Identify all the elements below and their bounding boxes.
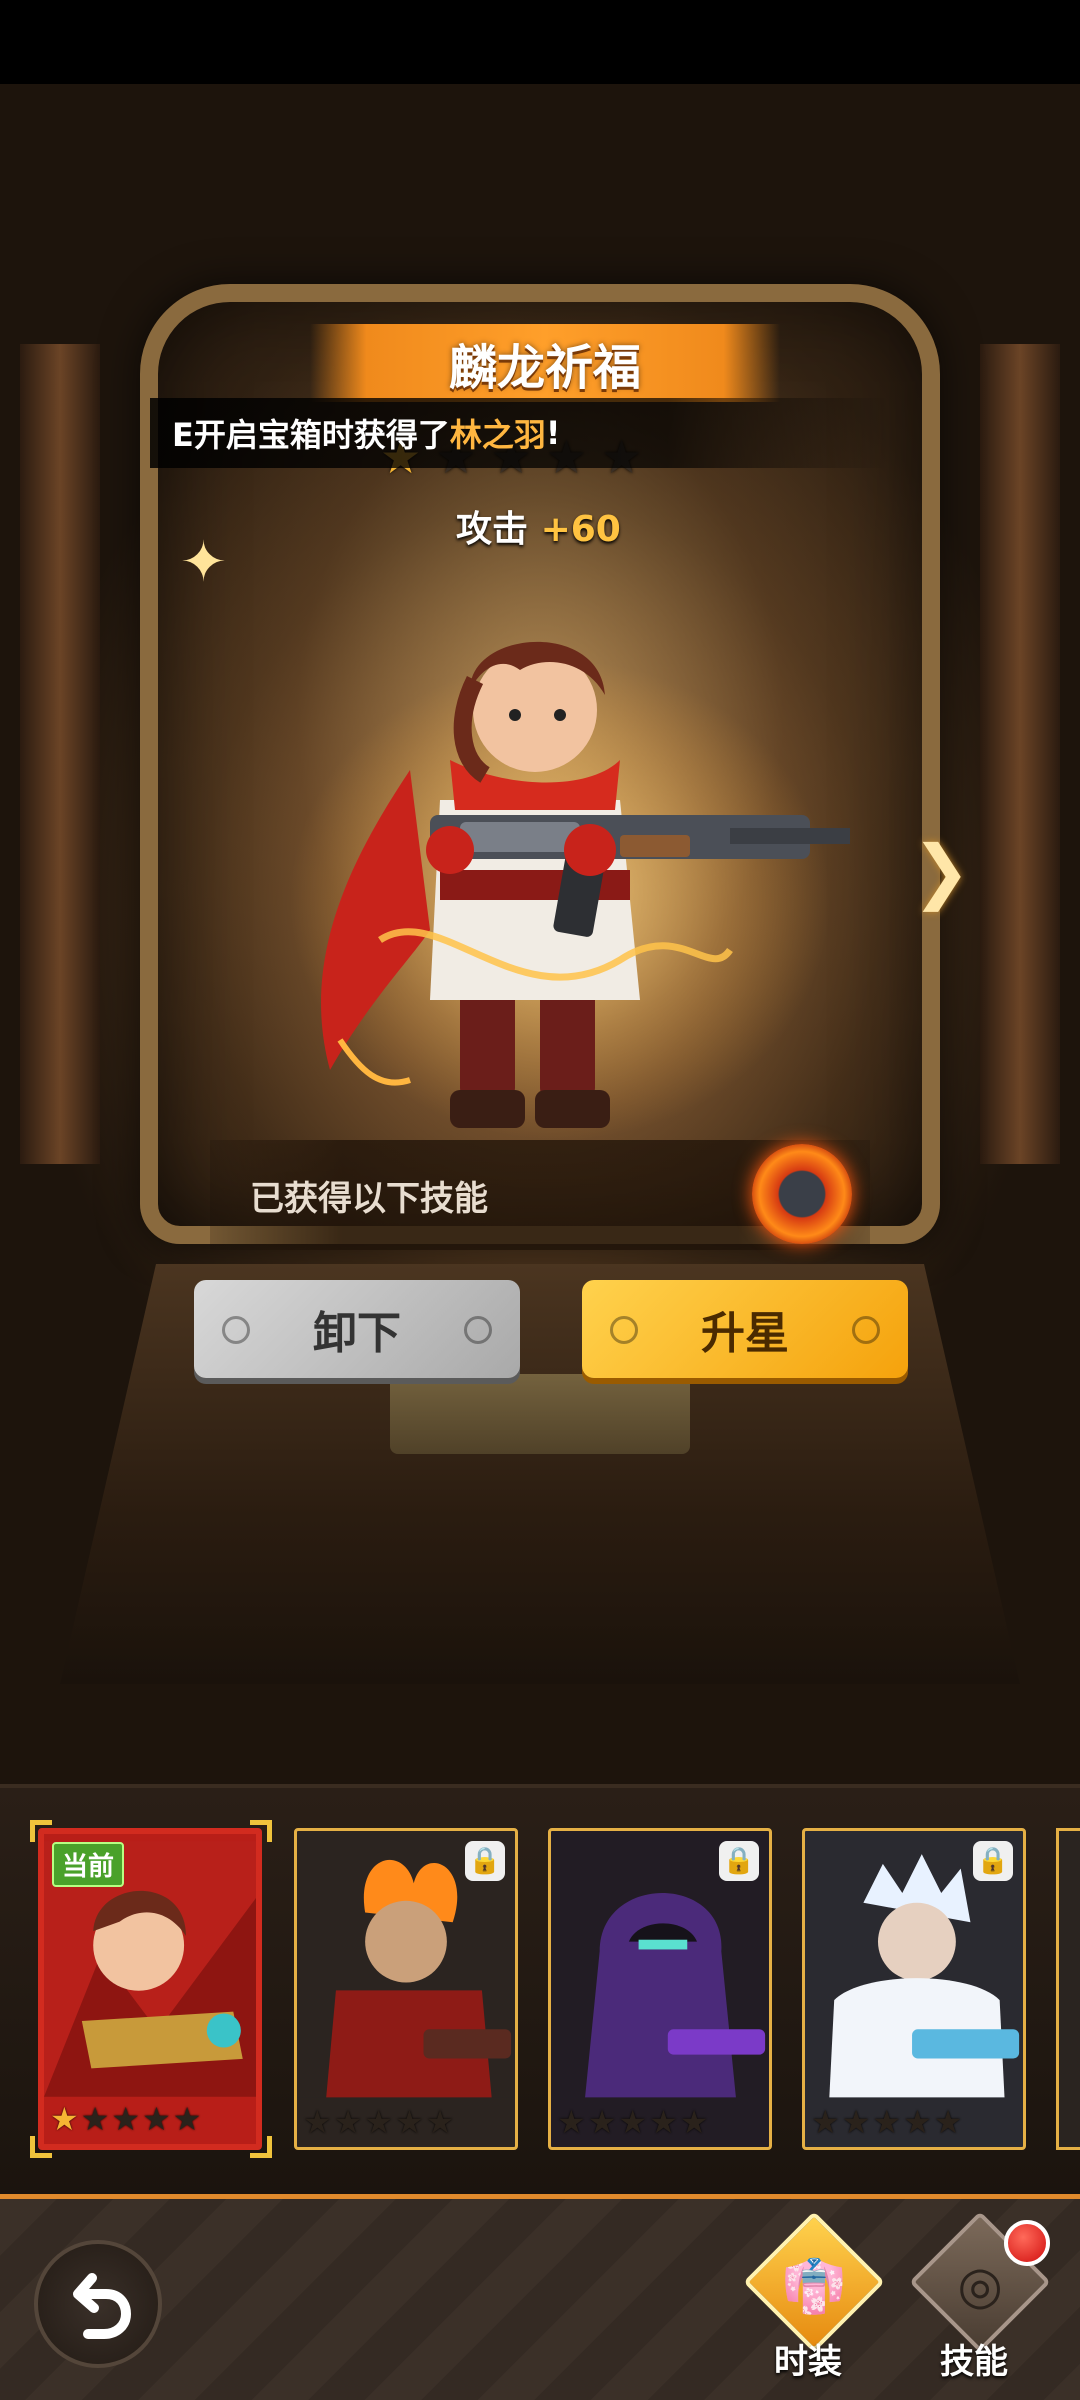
next-hero-chevron-right-icon[interactable]: ❯ <box>912 830 971 912</box>
reward-toast: E开启宝箱时获得了 林之羽 ! <box>150 398 890 468</box>
attack-stat: 攻击 +60 <box>456 500 621 552</box>
card-star-rating: ★ ★ ★ ★ ★ <box>811 2103 962 2141</box>
unequip-button[interactable]: 卸下 <box>194 1280 520 1378</box>
grenade-skill-icon[interactable] <box>752 1144 852 1244</box>
star-icon: ★ <box>679 2103 709 2141</box>
star-icon: ★ <box>111 2100 141 2138</box>
floor-plate <box>390 1374 690 1454</box>
star-icon: ★ <box>364 2103 394 2141</box>
hero-card-locked[interactable]: 🔒 ★ ★ ★ ★ ★ <box>802 1828 1026 2150</box>
attack-label: 攻击 <box>456 509 529 550</box>
star-icon: ★ <box>557 2103 586 2141</box>
card-star-rating: ★ ★ ★ ★ ★ <box>557 2103 708 2141</box>
bolt-icon <box>610 1316 638 1344</box>
page-title: 麟龙祈福 <box>448 340 641 396</box>
back-arrow-icon <box>73 2273 132 2339</box>
star-icon: ★ <box>841 2103 871 2141</box>
toast-suffix: ! <box>545 414 561 452</box>
star-icon: ★ <box>903 2103 932 2141</box>
star-icon: ★ <box>172 2100 202 2138</box>
hero-card-locked[interactable]: 🔒 ★ ★ ★ ★ ★ <box>548 1828 772 2150</box>
sparkle-icon: ✦ <box>180 530 227 595</box>
lock-icon: 🔒 <box>973 1841 1013 1881</box>
skill-icon: ◎ <box>957 2256 1003 2316</box>
status-bar <box>0 0 1080 84</box>
skills-label: 已获得以下技能 <box>250 1178 488 1219</box>
bolt-icon <box>222 1316 250 1344</box>
bolt-icon <box>464 1316 492 1344</box>
star-up-button-label: 升星 <box>701 1308 789 1359</box>
selection-corner <box>30 2136 52 2158</box>
right-pillar <box>980 344 1060 1164</box>
current-badge: 当前 <box>52 1842 125 1887</box>
star-icon: ★ <box>395 2103 424 2141</box>
toast-hero-name: 林之羽 <box>449 416 546 454</box>
star-icon: ★ <box>872 2103 902 2141</box>
left-pillar <box>20 344 100 1164</box>
selection-corner <box>30 1820 52 1842</box>
star-icon: ★ <box>587 2103 617 2141</box>
hero-card-partial[interactable] <box>1056 1828 1080 2150</box>
hero-character <box>290 641 850 1140</box>
title-banner: 麟龙祈福 <box>310 324 780 402</box>
card-star-rating: ★ ★ ★ ★ ★ <box>303 2103 454 2141</box>
back-button[interactable] <box>34 2240 162 2368</box>
notification-dot <box>1004 2220 1050 2266</box>
star-icon: ★ <box>933 2103 963 2141</box>
attack-value: +60 <box>540 509 621 550</box>
selection-corner <box>250 2136 272 2158</box>
card-star-rating: ★ ★ ★ ★ ★ <box>50 2100 201 2138</box>
selection-corner <box>250 1820 272 1842</box>
star-icon: ★ <box>50 2100 79 2138</box>
nav-skill-label: 技能 <box>940 2342 1008 2382</box>
hero-card-current[interactable]: 当前 ★ ★ ★ ★ ★ <box>38 1828 262 2150</box>
toast-prefix: E开启宝箱时获得了 <box>172 416 450 454</box>
star-icon: ★ <box>649 2103 678 2141</box>
lock-icon: 🔒 <box>465 1841 505 1881</box>
star-icon: ★ <box>303 2103 332 2141</box>
unequip-button-label: 卸下 <box>313 1308 401 1359</box>
star-icon: ★ <box>811 2103 840 2141</box>
star-icon: ★ <box>618 2103 648 2141</box>
nav-costume[interactable]: 👘 时装 <box>738 2211 885 2392</box>
star-icon: ★ <box>142 2100 171 2138</box>
star-icon: ★ <box>333 2103 363 2141</box>
nav-costume-label: 时装 <box>774 2342 842 2382</box>
star-icon: ★ <box>425 2103 455 2141</box>
star-up-button[interactable]: 升星 <box>582 1280 908 1378</box>
costume-icon: 👘 <box>781 2256 847 2317</box>
lock-icon: 🔒 <box>719 1841 759 1881</box>
hero-card-locked[interactable]: 🔒 ★ ★ ★ ★ ★ <box>294 1828 518 2150</box>
star-icon: ★ <box>80 2100 110 2138</box>
bolt-icon <box>852 1316 880 1344</box>
